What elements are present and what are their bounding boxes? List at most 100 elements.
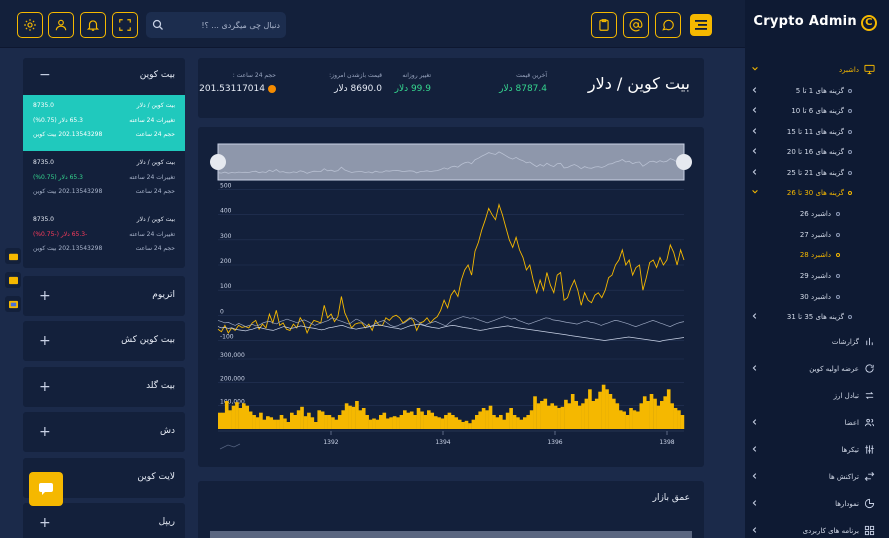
chat-button[interactable] bbox=[655, 12, 681, 38]
volume-bar bbox=[389, 417, 393, 429]
volume-bar bbox=[625, 415, 630, 429]
notifications-button[interactable] bbox=[80, 12, 106, 38]
theme-swatch-1[interactable] bbox=[5, 248, 21, 264]
volume-bar bbox=[475, 415, 479, 429]
navigator-handle-right[interactable] bbox=[676, 154, 692, 170]
sidebar-item[interactable]: تراکنش ها bbox=[745, 467, 889, 487]
chevron-left-icon bbox=[752, 365, 757, 371]
stat-value: 201.53117014 bbox=[199, 84, 276, 94]
top-bar bbox=[0, 0, 745, 48]
coin-row[interactable]: بیت کوین / دلار 8735.0 تغییرات 24 ساعته 65.… bbox=[23, 152, 185, 208]
sidebar-item[interactable]: نمودارها bbox=[745, 494, 889, 514]
volume-bar bbox=[231, 405, 236, 429]
coin-group-collapsed[interactable]: بیت گلد + bbox=[23, 367, 185, 407]
email-button[interactable] bbox=[623, 12, 649, 38]
sidebar-item[interactable]: داشبرد 30 bbox=[745, 287, 889, 307]
sidebar-item[interactable]: داشبرد bbox=[745, 60, 889, 80]
sidebar-item-label: برنامه های کاربردی bbox=[802, 527, 859, 535]
coin-group-collapsed[interactable]: اتریوم + bbox=[23, 276, 185, 316]
sidebar-item[interactable]: داشبرد 29 bbox=[745, 266, 889, 286]
sidebar-item[interactable]: گزارشات bbox=[745, 332, 889, 352]
volume-bar bbox=[601, 384, 606, 429]
coin-row[interactable]: بیت کوین / دلار 8735.0 تغییرات 24 ساعته -65… bbox=[23, 209, 185, 265]
expand-toggle[interactable]: + bbox=[39, 380, 51, 394]
profile-button[interactable] bbox=[48, 12, 74, 38]
fullscreen-button[interactable] bbox=[112, 12, 138, 38]
volume-bar bbox=[523, 417, 527, 429]
sidebar-item[interactable]: گزینه های 11 تا 15 bbox=[745, 122, 889, 142]
volume-bar bbox=[543, 398, 548, 429]
coin-group-title: اتریوم bbox=[152, 290, 175, 300]
at-sign-icon bbox=[629, 18, 643, 32]
search-input[interactable] bbox=[170, 12, 280, 38]
chevron-left-icon bbox=[752, 473, 757, 479]
volume-bar bbox=[313, 422, 318, 429]
sidebar-item[interactable]: گزینه های 35 تا 31 bbox=[745, 307, 889, 327]
sidebar-item[interactable]: برنامه های کاربردی bbox=[745, 521, 889, 538]
volume-bar bbox=[670, 403, 674, 429]
sidebar-item[interactable]: تیکرها bbox=[745, 440, 889, 460]
bullet-icon bbox=[836, 253, 840, 257]
clipboard-button[interactable] bbox=[591, 12, 617, 38]
volume-bar bbox=[228, 410, 232, 429]
volume-bar bbox=[293, 415, 298, 429]
sidebar-item[interactable]: اعضا bbox=[745, 413, 889, 433]
expand-toggle[interactable]: + bbox=[39, 289, 51, 303]
sidebar-item-label: گزینه های 6 تا 10 bbox=[791, 107, 844, 115]
coin-group-collapsed[interactable]: ریپل + bbox=[23, 503, 185, 538]
theme-swatch-2[interactable] bbox=[5, 272, 21, 288]
volume-bar bbox=[632, 410, 637, 429]
sidebar-item[interactable]: داشبرد 28 bbox=[745, 245, 889, 265]
navigator-window[interactable] bbox=[217, 143, 685, 181]
volume-bar bbox=[409, 411, 414, 429]
search-icon bbox=[152, 19, 163, 30]
volume-bar bbox=[248, 411, 253, 429]
sidebar-item[interactable]: گزینه های 6 تا 10 bbox=[745, 101, 889, 121]
coin-change: -65.3 دلار (-0.75%) bbox=[33, 231, 88, 238]
sidebar-item[interactable]: گزینه های 30 تا 26 bbox=[745, 183, 889, 203]
settings-button[interactable] bbox=[17, 12, 43, 38]
volume-bar bbox=[560, 406, 565, 429]
sidebar-item[interactable]: تبادل ارز bbox=[745, 386, 889, 406]
sidebar-item[interactable]: داشبرد 26 bbox=[745, 204, 889, 224]
expand-toggle[interactable]: + bbox=[39, 334, 51, 348]
volume-bar bbox=[310, 417, 315, 429]
volume-bar bbox=[238, 408, 243, 429]
volume-label: حجم 24 ساعت bbox=[135, 245, 175, 252]
volume-bar bbox=[351, 406, 356, 429]
coin-row[interactable]: بیت کوین / دلار 8735.0 تغییرات 24 ساعته 65.… bbox=[23, 95, 185, 151]
navigator-handle-left[interactable] bbox=[210, 154, 226, 170]
brand-logo[interactable]: Crypto Admin C bbox=[753, 14, 877, 31]
coin-group-collapsed[interactable]: دش + bbox=[23, 412, 185, 452]
sidebar-item[interactable]: گزینه های 21 تا 25 bbox=[745, 163, 889, 183]
volume-bar bbox=[379, 415, 383, 429]
floating-chat-button[interactable] bbox=[29, 472, 63, 506]
stat-label: تغییر روزانه bbox=[402, 72, 431, 79]
collapse-toggle[interactable]: − bbox=[39, 67, 51, 83]
sidebar-item[interactable]: گزینه های 16 تا 20 bbox=[745, 142, 889, 162]
chevron-left-icon bbox=[752, 107, 757, 113]
sidebar-item[interactable]: عرضه اولیه کوین bbox=[745, 359, 889, 379]
volume-bar bbox=[471, 419, 476, 429]
menu-toggle-button[interactable] bbox=[690, 14, 712, 36]
sidebar-item[interactable]: داشبرد 27 bbox=[745, 225, 889, 245]
volume-bar bbox=[485, 410, 489, 429]
bullet-icon bbox=[848, 109, 852, 113]
expand-toggle[interactable]: + bbox=[39, 425, 51, 439]
price-series-line bbox=[217, 316, 685, 327]
volume-bar bbox=[358, 410, 363, 429]
theme-swatch-3[interactable] bbox=[5, 296, 21, 312]
sidebar-item-label: تراکنش ها bbox=[828, 473, 859, 481]
coin-pair: بیت کوین / دلار bbox=[136, 102, 175, 109]
price-tick-label: -100 bbox=[220, 333, 234, 340]
camera-icon bbox=[8, 253, 18, 260]
volume-bar bbox=[255, 417, 260, 429]
expand-toggle[interactable]: + bbox=[39, 516, 51, 530]
coin-group-collapsed[interactable]: بیت کوین کش + bbox=[23, 321, 185, 361]
sidebar-item[interactable]: گزینه های 1 تا 5 bbox=[745, 81, 889, 101]
sidebar-item-label: داشبرد bbox=[838, 66, 859, 74]
volume-bar bbox=[403, 410, 407, 429]
volume-label: حجم 24 ساعت bbox=[135, 188, 175, 195]
bitcoin-coin-icon bbox=[268, 84, 276, 93]
volume-bar bbox=[653, 398, 657, 429]
